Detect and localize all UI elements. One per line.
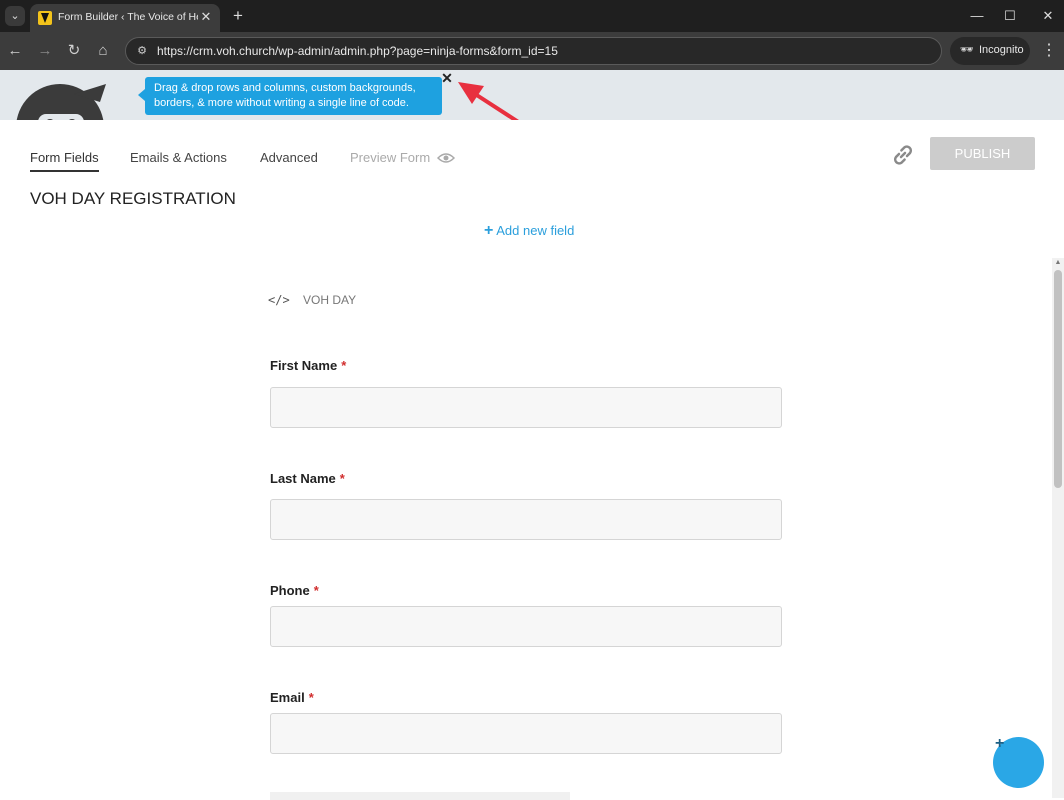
- tab-emails-actions[interactable]: Emails & Actions: [130, 150, 227, 165]
- browser-tabstrip: ⌄ Form Builder ‹ The Voice of Hea ✕ + — …: [0, 0, 1064, 32]
- add-new-field-link[interactable]: + Add new field: [484, 222, 574, 240]
- required-mark: *: [308, 690, 314, 705]
- incognito-badge[interactable]: 🕶 Incognito: [950, 37, 1030, 65]
- required-mark: *: [313, 583, 319, 598]
- email-label: Email *: [270, 690, 314, 705]
- field-label-text: Email: [270, 690, 305, 705]
- publish-button[interactable]: PUBLISH: [930, 137, 1035, 170]
- fab-plus-icon: +: [995, 735, 1005, 752]
- link-icon[interactable]: [890, 142, 916, 168]
- phone-field[interactable]: [270, 606, 782, 647]
- home-icon[interactable]: ⌂: [92, 40, 114, 62]
- back-arrow-icon[interactable]: ←: [4, 40, 26, 62]
- maximize-icon[interactable]: ☐: [999, 5, 1021, 27]
- tab-close-icon[interactable]: ✕: [198, 9, 214, 25]
- kebab-menu-icon[interactable]: ⋮: [1040, 40, 1058, 62]
- html-field-label[interactable]: VOH DAY: [303, 293, 356, 307]
- minimize-icon[interactable]: —: [966, 5, 988, 27]
- scroll-up-arrow-icon[interactable]: ▲: [1053, 258, 1063, 268]
- last-name-field[interactable]: [270, 499, 782, 540]
- field-label-text: Last Name: [270, 471, 336, 486]
- ninja-logo-icon: [16, 84, 106, 120]
- form-title: VOH DAY REGISTRATION: [30, 189, 236, 208]
- tooltip-text: Drag & drop rows and columns, custom bac…: [154, 82, 416, 109]
- tab-title: Form Builder ‹ The Voice of Hea: [58, 11, 198, 23]
- scrollbar-thumb[interactable]: [1054, 270, 1062, 488]
- last-name-label: Last Name *: [270, 471, 345, 486]
- address-bar[interactable]: ⚙ https://crm.voh.church/wp-admin/admin.…: [125, 37, 942, 65]
- tab-search-chevron-down-icon[interactable]: ⌄: [5, 6, 25, 26]
- first-name-field[interactable]: [270, 387, 782, 428]
- new-tab-plus-icon[interactable]: +: [228, 6, 248, 26]
- reload-icon[interactable]: ↻: [63, 40, 85, 62]
- first-name-label: First Name *: [270, 358, 346, 373]
- incognito-icon: 🕶: [960, 44, 974, 56]
- site-favicon-icon: [38, 11, 52, 25]
- incognito-label: Incognito: [979, 44, 1024, 56]
- required-mark: *: [341, 358, 347, 373]
- code-icon: </>: [268, 293, 290, 307]
- next-field-partial: [270, 792, 570, 800]
- phone-label: Phone *: [270, 583, 319, 598]
- forward-arrow-icon[interactable]: →: [34, 40, 56, 62]
- email-field[interactable]: [270, 713, 782, 754]
- browser-toolbar: ← → ↻ ⌂ ⚙ https://crm.voh.church/wp-admi…: [0, 32, 1064, 70]
- site-info-icon[interactable]: ⚙: [134, 43, 150, 59]
- add-field-label: Add new field: [496, 223, 575, 238]
- tab-form-fields[interactable]: Form Fields: [30, 150, 99, 172]
- tab-advanced[interactable]: Advanced: [260, 150, 318, 165]
- drag-drop-tooltip: Drag & drop rows and columns, custom bac…: [138, 77, 442, 115]
- plus-icon: +: [484, 222, 494, 239]
- window-close-icon[interactable]: ✕: [1037, 5, 1059, 27]
- browser-tab[interactable]: Form Builder ‹ The Voice of Hea ✕: [30, 4, 220, 32]
- field-label-text: First Name: [270, 358, 338, 373]
- url-text: https://crm.voh.church/wp-admin/admin.ph…: [157, 44, 558, 58]
- required-mark: *: [339, 471, 345, 486]
- tab-preview-form[interactable]: Preview Form: [350, 150, 430, 165]
- eye-icon: [437, 153, 455, 163]
- field-label-text: Phone: [270, 583, 310, 598]
